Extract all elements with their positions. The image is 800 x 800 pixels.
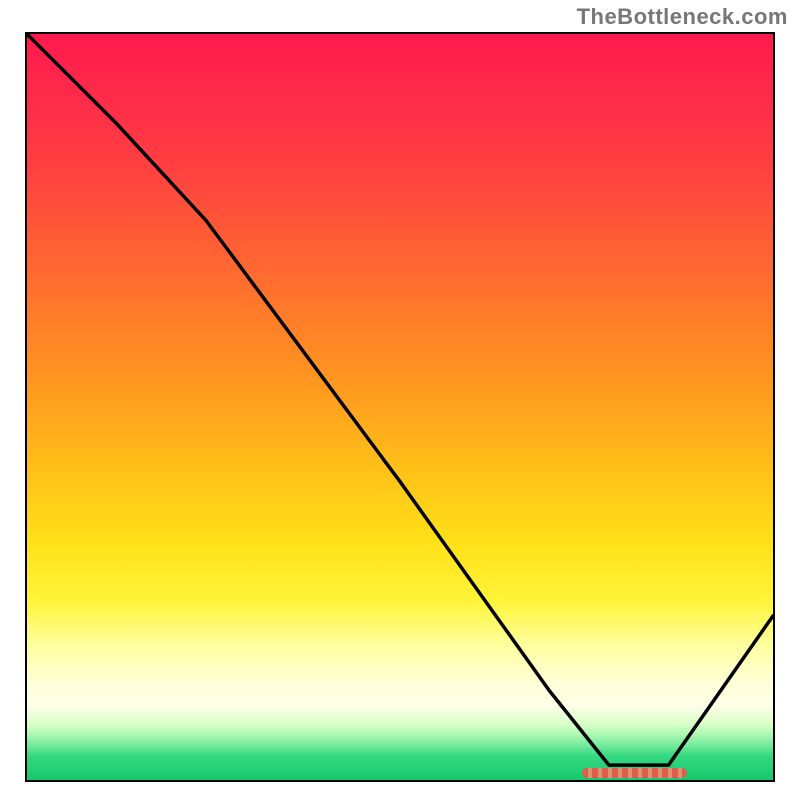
bottleneck-curve (27, 34, 773, 780)
chart-container: TheBottleneck.com (0, 0, 800, 800)
watermark-text: TheBottleneck.com (577, 4, 788, 30)
optimal-range-marker (582, 768, 687, 778)
plot-area (25, 32, 775, 782)
